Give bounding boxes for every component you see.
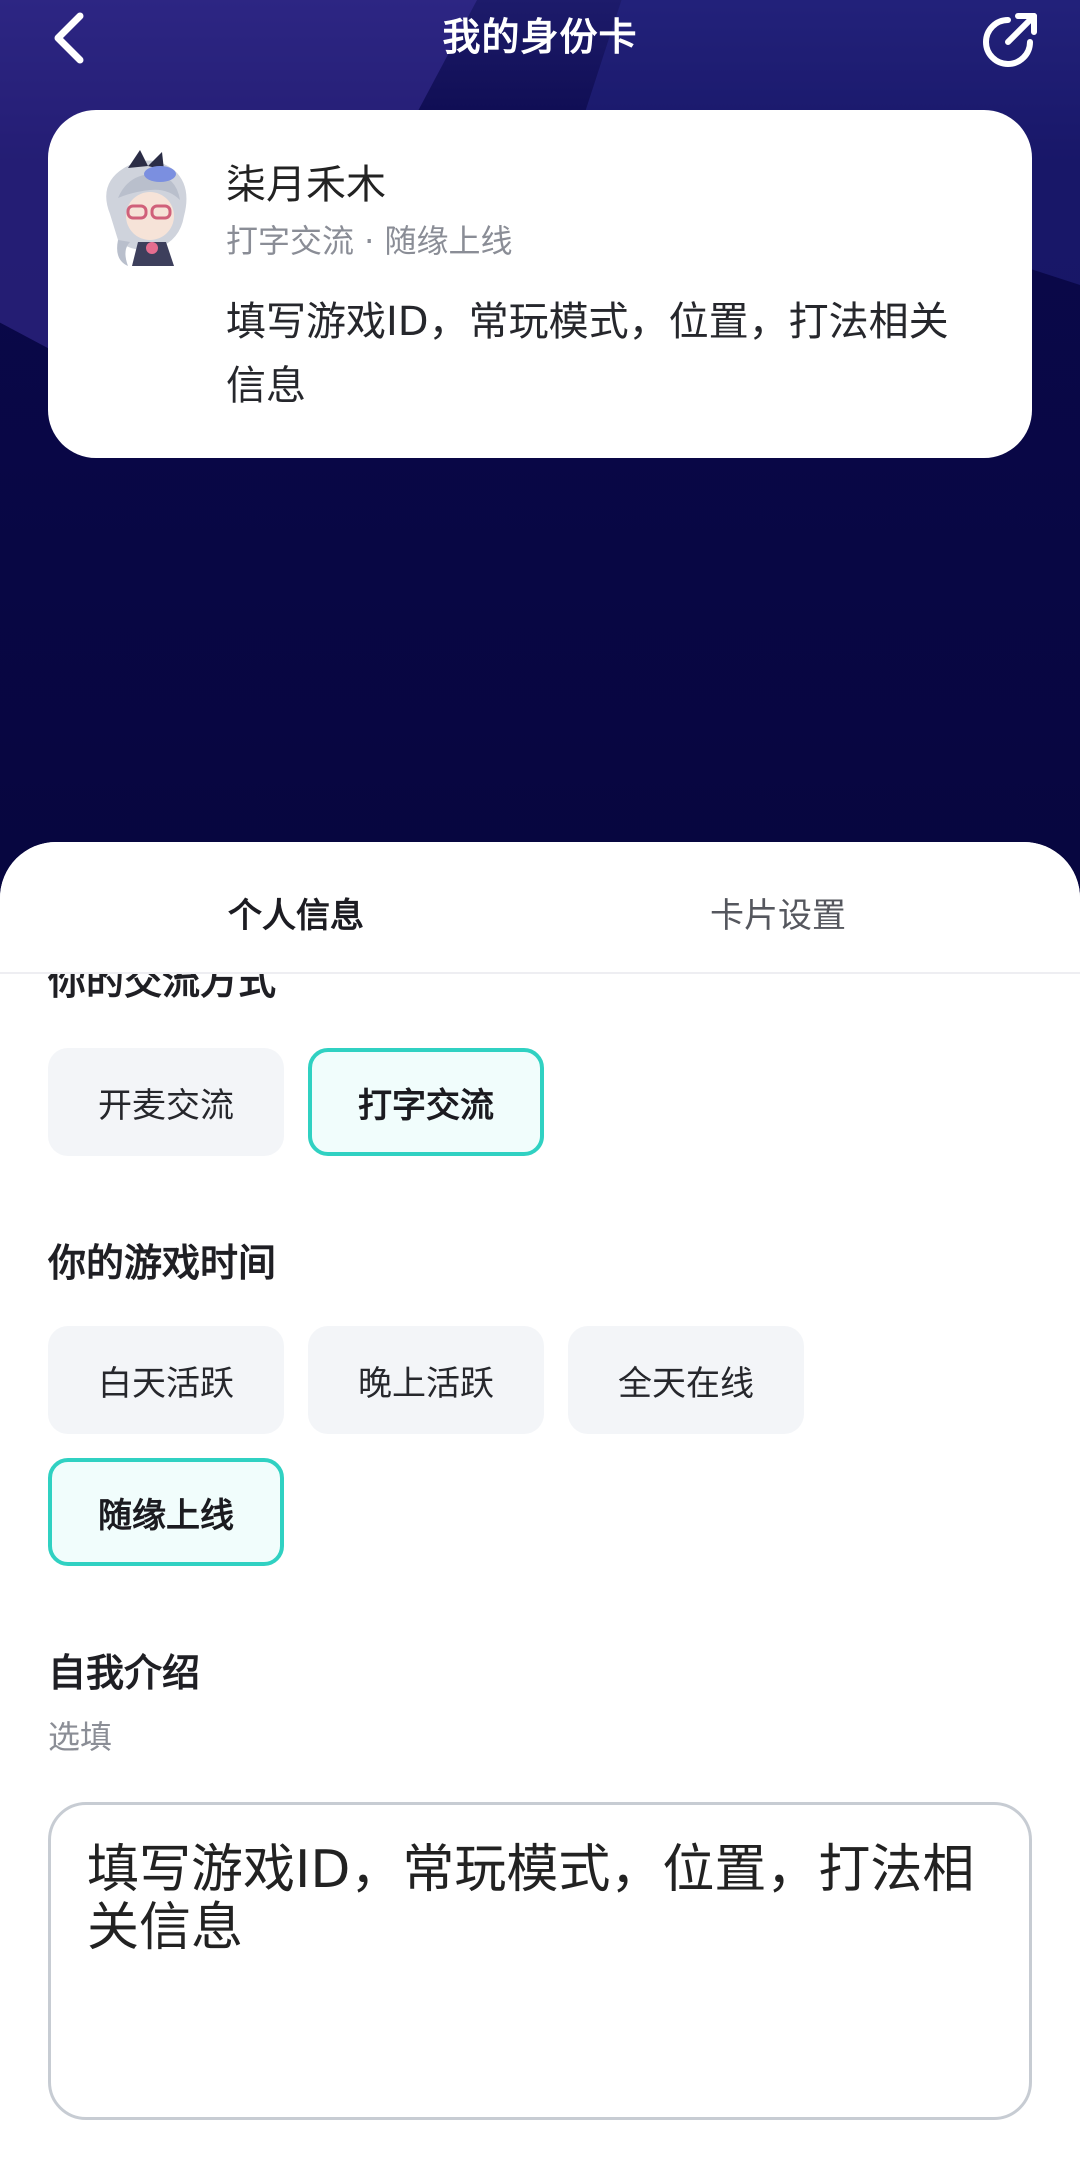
user-name: 柒月禾木 (226, 162, 386, 208)
chip-all-day[interactable]: 全天在线 (568, 1326, 804, 1434)
user-intro: 填写游戏ID，常玩模式，位置，打法相关信息 (226, 299, 949, 409)
time-section-title: 你的游戏时间 (48, 1241, 277, 1285)
edit-sheet: 个人信息 卡片设置 你的交流方式 开麦交流 打字交流 你的游戏时间 白天活跃 晚… (0, 842, 1080, 2158)
share-button[interactable] (978, 8, 1042, 72)
tab-card-settings[interactable]: 卡片设置 (710, 888, 846, 937)
intro-section-title: 自我介绍 (48, 1651, 201, 1695)
top-bar: 我的身份卡 (0, 0, 1080, 70)
user-meta: 打字交流 · 随缘上线 (226, 222, 513, 260)
chip-text-chat[interactable]: 打字交流 (308, 1048, 544, 1156)
self-intro-textarea[interactable]: 填写游戏ID，常玩模式，位置，打法相关信息 (48, 1802, 1032, 2120)
page-title: 我的身份卡 (442, 15, 638, 59)
identity-card-preview: 柒月禾木 打字交流 · 随缘上线 填写游戏ID，常玩模式，位置，打法相关信息 (48, 110, 1032, 458)
share-icon (983, 13, 1037, 67)
chip-casual[interactable]: 随缘上线 (48, 1458, 284, 1566)
chip-daytime[interactable]: 白天活跃 (48, 1326, 284, 1434)
optional-hint: 选填 (48, 1718, 113, 1756)
chip-night[interactable]: 晚上活跃 (308, 1326, 544, 1434)
tab-personal-info[interactable]: 个人信息 (228, 888, 364, 937)
avatar (88, 144, 206, 268)
chip-voice-chat[interactable]: 开麦交流 (48, 1048, 284, 1156)
tab-bar: 个人信息 卡片设置 (0, 842, 1080, 974)
